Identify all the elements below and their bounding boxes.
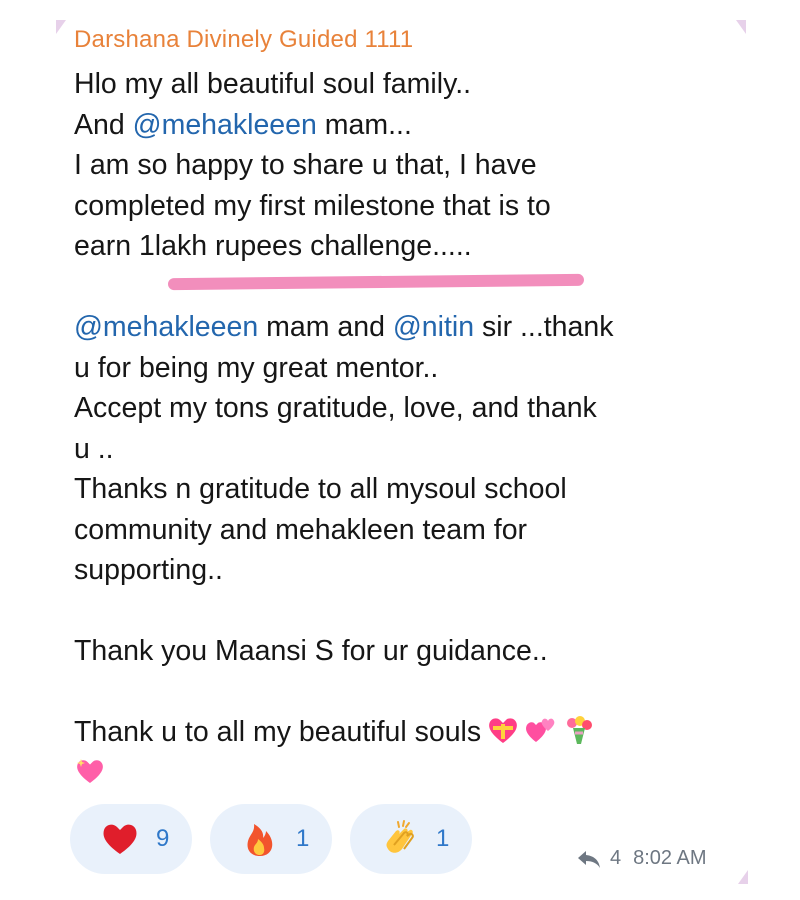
message-meta: 4 8:02 AM: [576, 847, 707, 870]
message-line: community and mehakleen team for: [74, 513, 528, 546]
message-line: u ..: [74, 432, 114, 465]
fire-icon: [247, 824, 273, 856]
reaction-fire-button[interactable]: 1: [210, 804, 332, 874]
heart-icon: [103, 824, 137, 854]
message-line: Thank you Maansi S for ur guidance..: [74, 635, 548, 667]
bubble-corner-top-left: [56, 20, 66, 34]
message-line: Hlo my all beautiful soul family..: [74, 68, 472, 100]
reaction-heart-button[interactable]: 9: [70, 804, 192, 874]
two-hearts-icon: [526, 718, 555, 742]
message-text: And: [74, 108, 133, 141]
message-text: mam...: [316, 108, 412, 141]
bubble-corner-top-right: [736, 20, 746, 34]
message-line: Thank u to all my beautiful souls: [74, 712, 754, 753]
sparkling-heart-icon: [77, 758, 103, 783]
bouquet-icon: [567, 716, 593, 744]
message-line: Thanks n gratitude to all mysoul school: [74, 473, 567, 505]
message-line: u for being my great mentor..: [74, 351, 439, 384]
reaction-count: 9: [156, 825, 170, 852]
bubble-corner-bottom-right: [738, 870, 748, 884]
reaction-clap-button[interactable]: 1: [350, 804, 472, 874]
reaction-count: 1: [436, 825, 450, 852]
message-line: supporting..: [74, 554, 223, 586]
heart-with-ribbon-icon: [489, 718, 517, 743]
reply-icon[interactable]: [576, 849, 602, 869]
reaction-count: 1: [296, 825, 310, 852]
mention-link[interactable]: @mehakleeen: [133, 109, 317, 141]
message-text: Thank u to all my beautiful souls: [74, 716, 482, 748]
message-line: And @mehakleeen mam...: [74, 105, 754, 146]
message-text: mam and: [258, 311, 393, 343]
message-line: earn 1lakh rupees challenge.....: [74, 230, 472, 262]
message-body: Hlo my all beautiful soul family.. And @…: [74, 64, 754, 793]
clapping-hands-icon: [386, 820, 414, 853]
mention-link[interactable]: @nitin: [393, 311, 474, 343]
message-text: sir ...thank: [474, 311, 614, 343]
message-line: Accept my tons gratitude, love, and than…: [74, 392, 597, 424]
mention-link[interactable]: @mehakleeen: [74, 311, 258, 343]
sender-name[interactable]: Darshana Divinely Guided 1111: [74, 26, 413, 54]
message-timestamp: 8:02 AM: [633, 847, 707, 869]
message-line: [74, 753, 754, 794]
reply-count[interactable]: 4: [610, 847, 621, 870]
message-line: completed my first milestone that is to: [74, 189, 551, 222]
message-line: I am so happy to share u that, I have: [74, 149, 537, 181]
message-line: @mehakleeen mam and @nitin sir ...thank: [74, 307, 754, 348]
